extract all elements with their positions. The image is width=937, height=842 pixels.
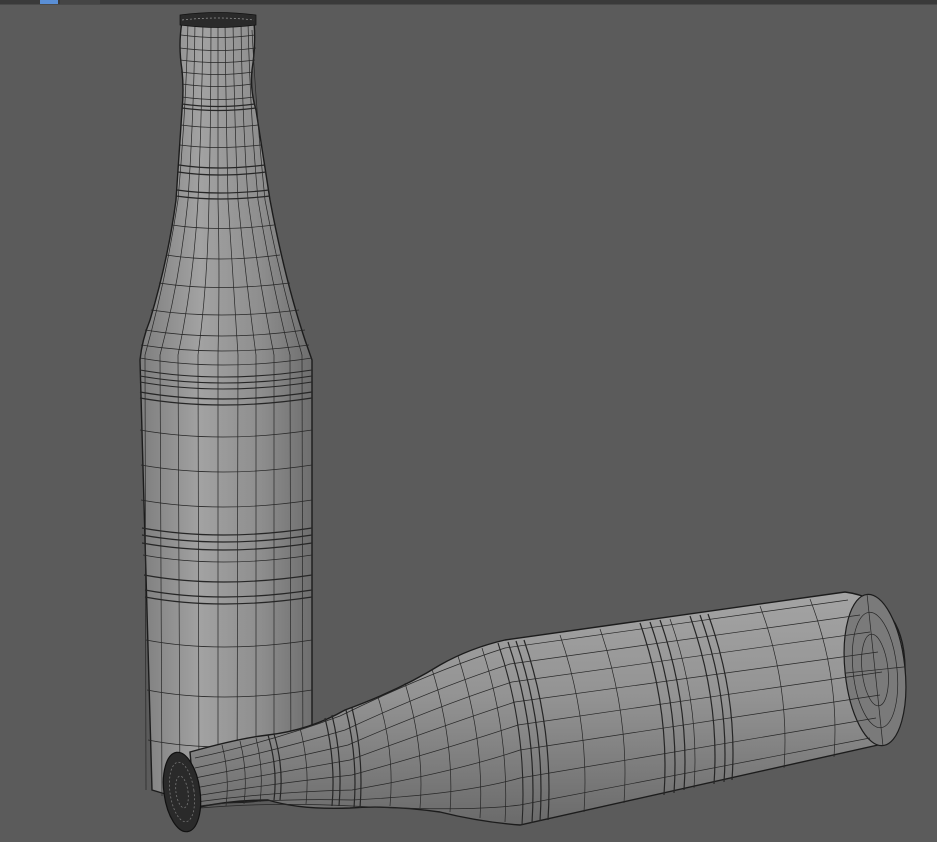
active-tab[interactable] [40, 0, 58, 4]
standing-bottle[interactable] [139, 12, 313, 805]
3d-viewport[interactable] [0, 5, 937, 842]
toolbar-tab[interactable] [60, 0, 100, 4]
